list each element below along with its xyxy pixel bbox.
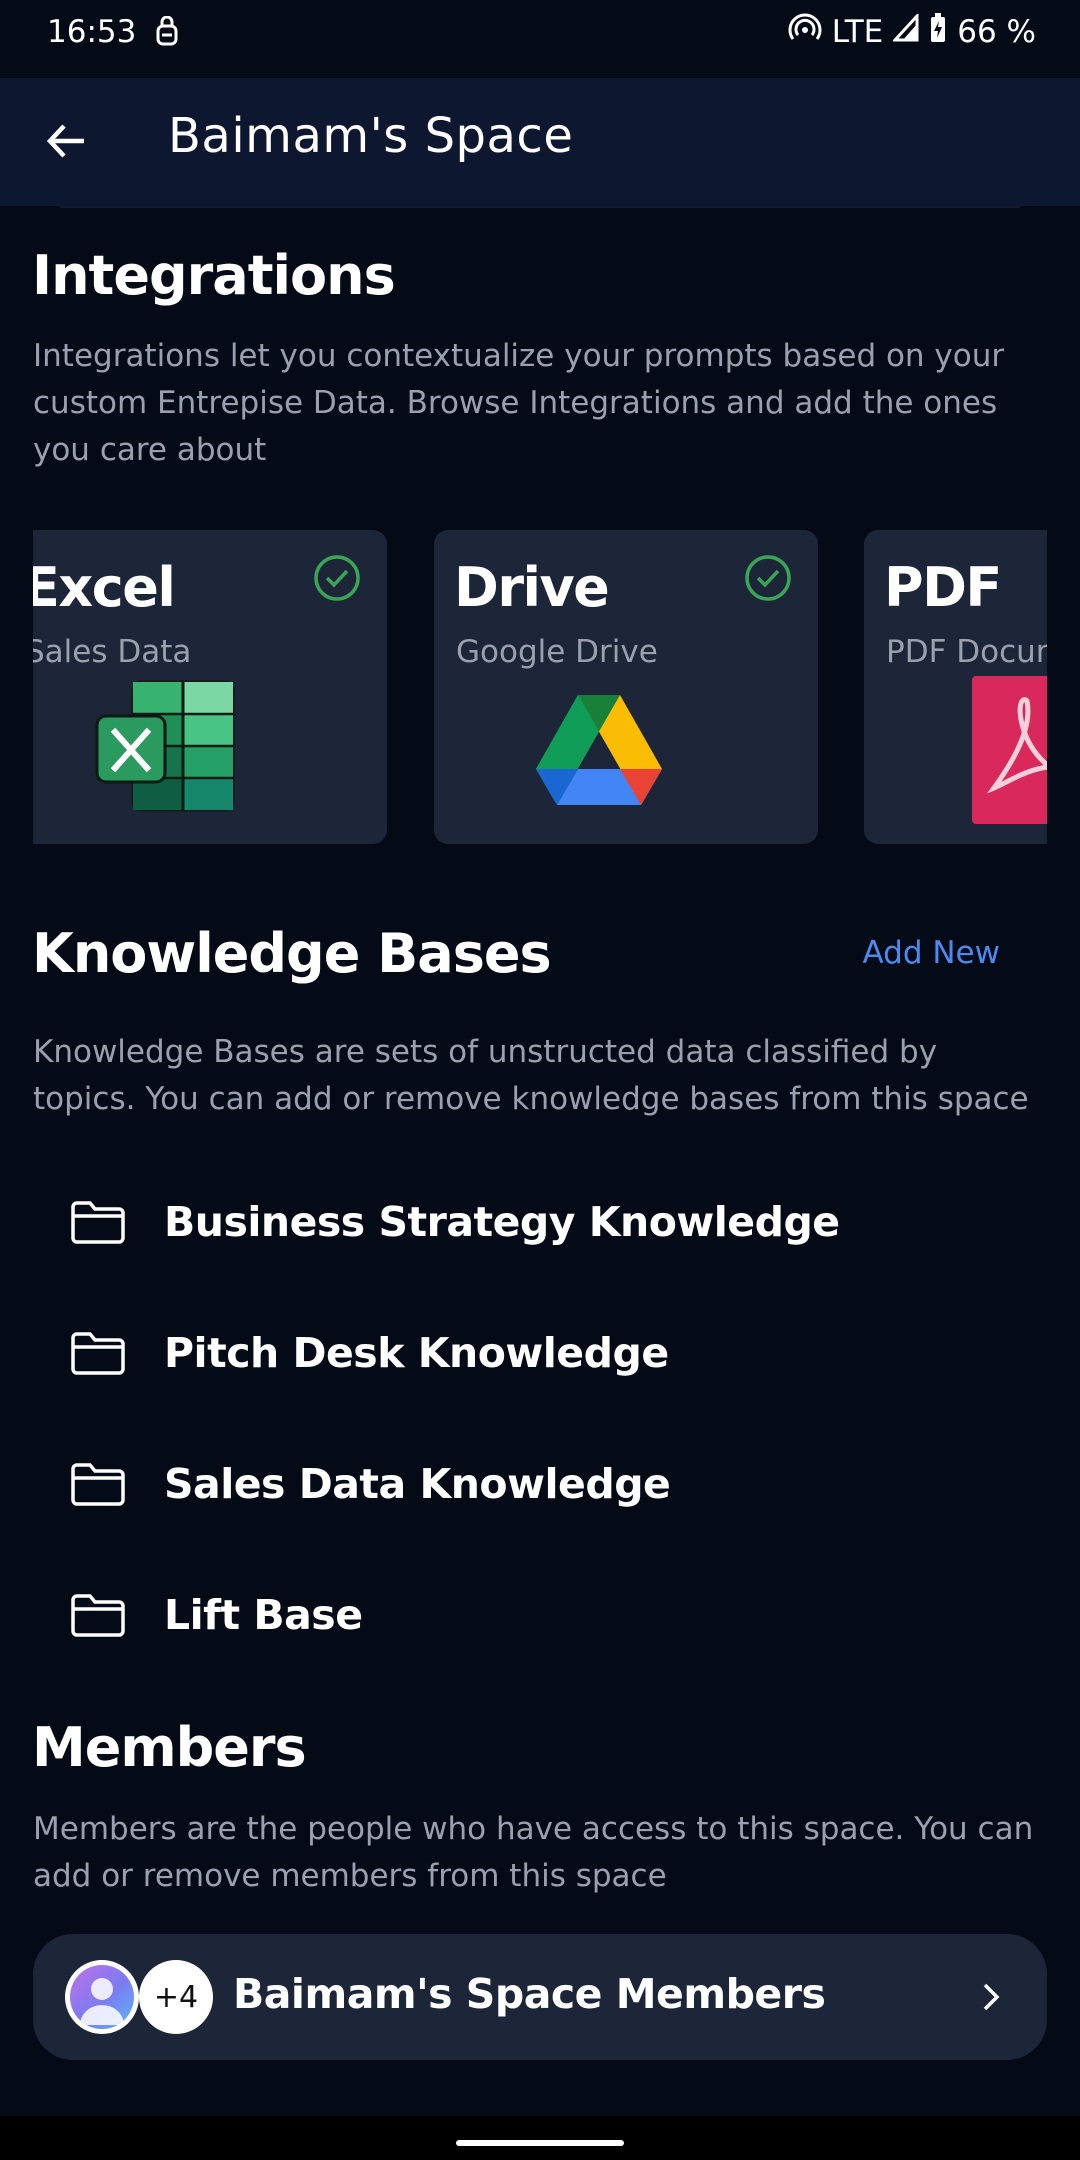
knowledge-base-label: Pitch Desk Knowledge	[164, 1329, 669, 1377]
integration-subtitle: Google Drive	[456, 634, 658, 670]
knowledge-base-item[interactable]: Lift Base	[70, 1580, 970, 1650]
status-time: 16:53	[47, 14, 137, 50]
battery-charging-icon	[929, 12, 947, 52]
google-drive-icon	[536, 693, 662, 809]
excel-icon	[95, 680, 237, 818]
knowledge-base-label: Lift Base	[164, 1591, 363, 1639]
folder-icon	[70, 1461, 126, 1507]
pdf-icon	[972, 676, 1047, 828]
vpn-key-icon	[152, 15, 182, 54]
home-gesture-handle[interactable]	[456, 2140, 624, 2146]
knowledge-base-item[interactable]: Sales Data Knowledge	[70, 1449, 970, 1519]
members-count-badge: +4	[139, 1960, 213, 2034]
hotspot-icon	[788, 13, 822, 51]
knowledge-bases-heading: Knowledge Bases	[32, 922, 552, 985]
signal-icon	[891, 12, 919, 50]
folder-icon	[70, 1592, 126, 1638]
integration-subtitle: PDF Documents	[886, 634, 1047, 670]
page-title: Baimam's Space	[168, 108, 574, 164]
network-type: LTE	[831, 14, 884, 50]
chevron-right-icon	[973, 1980, 1007, 2014]
knowledge-base-item[interactable]: Business Strategy Knowledge	[70, 1187, 970, 1257]
battery-level: 66 %	[957, 14, 1036, 50]
check-circle-icon	[313, 554, 361, 602]
folder-icon	[70, 1199, 126, 1245]
app-bar: Baimam's Space	[0, 78, 1080, 206]
members-description: Members are the people who have access t…	[33, 1811, 1034, 1894]
avatar	[65, 1960, 139, 2034]
members-row[interactable]: +4 Baimam's Space Members	[33, 1934, 1047, 2060]
integration-title: Excel	[33, 556, 176, 619]
integration-card-drive[interactable]: Drive Google Drive	[434, 530, 818, 844]
members-heading: Members	[32, 1716, 307, 1779]
folder-icon	[70, 1330, 126, 1376]
knowledge-base-item[interactable]: Pitch Desk Knowledge	[70, 1318, 970, 1388]
check-circle-icon	[744, 554, 792, 602]
integration-card-excel[interactable]: Excel Sales Data	[33, 530, 387, 844]
add-new-button[interactable]: Add New	[863, 935, 1001, 971]
integrations-description: Integrations let you contextualize your …	[33, 338, 1005, 468]
knowledge-base-label: Sales Data Knowledge	[164, 1460, 671, 1508]
status-bar: 16:53 LTE 66 %	[0, 0, 1080, 74]
integration-title: PDF	[884, 556, 1002, 619]
integration-subtitle: Sales Data	[33, 634, 192, 670]
knowledge-base-label: Business Strategy Knowledge	[164, 1198, 840, 1246]
integrations-heading: Integrations	[32, 244, 396, 307]
integration-title: Drive	[454, 556, 610, 619]
status-right: LTE 66 %	[788, 12, 1036, 52]
integration-card-pdf[interactable]: PDF PDF Documents	[864, 530, 1047, 844]
navigation-bar	[0, 2116, 1080, 2160]
knowledge-bases-description: Knowledge Bases are sets of unstructed d…	[33, 1034, 1029, 1117]
members-row-label: Baimam's Space Members	[233, 1970, 826, 2018]
back-arrow-icon[interactable]	[42, 116, 92, 166]
header-divider	[60, 206, 1020, 208]
integrations-carousel[interactable]: Excel Sales Data Drive Google Drive PDF …	[33, 530, 1047, 846]
